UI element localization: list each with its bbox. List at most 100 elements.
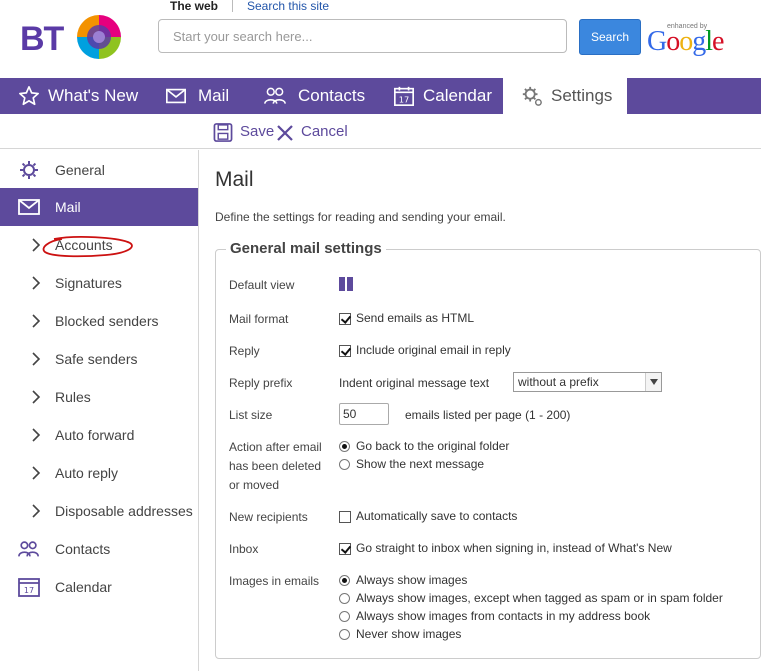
contacts-icon [264, 87, 286, 104]
nav-settings[interactable]: Settings [503, 78, 627, 114]
chevron-right-icon [32, 504, 41, 518]
list-size-suffix: emails listed per page (1 - 200) [405, 408, 571, 422]
cancel-label: Cancel [301, 123, 348, 140]
tab-divider [232, 0, 233, 12]
main-nav: What's New Mail Contacts 17 Calendar Set… [0, 78, 761, 114]
nav-whats-new[interactable]: What's New [0, 78, 147, 114]
radio-label: Always show images from contacts in my a… [356, 609, 651, 623]
main-content: Mail Define the settings for reading and… [200, 150, 761, 671]
chevron-right-icon [32, 390, 41, 404]
bt-logo[interactable]: BT [20, 12, 130, 62]
chevron-down-icon [650, 379, 658, 385]
header: BT The web Search this site Start your s… [0, 0, 761, 78]
radio-button[interactable] [339, 459, 350, 470]
checkbox-box[interactable] [339, 313, 351, 325]
tab-the-web[interactable]: The web [170, 0, 218, 13]
search-input[interactable]: Start your search here... [158, 19, 567, 53]
list-size-label: List size [229, 408, 273, 422]
bt-globe-icon [77, 15, 121, 59]
section-title: General mail settings [226, 240, 386, 257]
nav-label: Mail [198, 86, 230, 105]
checkbox-box[interactable] [339, 543, 351, 555]
cancel-button[interactable]: Cancel [276, 122, 348, 142]
sidebar-sub-label: Rules [55, 389, 91, 405]
save-label: Save [240, 123, 275, 140]
nav-label: What's New [48, 86, 139, 105]
sidebar-item-rules[interactable]: Rules [0, 378, 198, 416]
nav-label: Contacts [298, 86, 366, 105]
reply-prefix-select[interactable]: without a prefix [513, 372, 662, 392]
chevron-right-icon [32, 314, 41, 328]
sidebar-sub-label: Auto forward [55, 427, 135, 443]
chevron-right-icon [32, 428, 41, 442]
radio-label: Always show images, except when tagged a… [356, 591, 723, 605]
radio-label: Show the next message [356, 457, 485, 471]
nav-contacts[interactable]: Contacts [247, 78, 374, 114]
google-logo: enhanced by Google [647, 23, 737, 57]
svg-text:17: 17 [399, 94, 410, 104]
select-arrow[interactable] [645, 373, 661, 391]
close-icon [277, 125, 293, 141]
sidebar-sub-label: Disposable addresses [55, 503, 193, 519]
select-value: without a prefix [518, 375, 599, 389]
checkbox-label: Automatically save to contacts [356, 509, 518, 523]
sidebar-sub-label: Blocked senders [55, 313, 159, 329]
radio-button[interactable] [339, 629, 350, 640]
sidebar-item-auto-reply[interactable]: Auto reply [0, 454, 198, 492]
sidebar-item-label: Mail [55, 199, 81, 215]
new-recipients-label: New recipients [229, 510, 308, 524]
after-delete-label-2: has been deleted [229, 459, 322, 473]
radio-button[interactable] [339, 441, 350, 452]
calendar-icon: 17 [394, 86, 414, 106]
envelope-icon [166, 88, 186, 104]
sidebar-sub-label: Auto reply [55, 465, 119, 481]
radio-button[interactable] [339, 611, 350, 622]
sidebar-item-label: Contacts [55, 541, 111, 557]
gear-icon [522, 86, 542, 106]
svg-text:17: 17 [24, 586, 34, 595]
sidebar-item-disposable-addresses[interactable]: Disposable addresses [0, 492, 198, 530]
save-icon [213, 123, 233, 142]
settings-sidebar: General Mail Accounts Signatures Blocked… [0, 150, 199, 671]
sidebar-item-safe-senders[interactable]: Safe senders [0, 340, 198, 378]
radio-button[interactable] [339, 593, 350, 604]
search-button[interactable]: Search [579, 19, 641, 55]
chevron-right-icon [32, 352, 41, 366]
checkbox-label: Send emails as HTML [356, 311, 475, 325]
save-button[interactable]: Save [213, 122, 275, 142]
sidebar-item-signatures[interactable]: Signatures [0, 264, 198, 302]
after-delete-label-1: Action after email [229, 440, 322, 454]
envelope-icon [18, 199, 40, 215]
gear-icon [20, 161, 38, 179]
sidebar-sub-label: Safe senders [55, 351, 138, 367]
radio-button[interactable] [339, 575, 350, 586]
checkbox-box[interactable] [339, 511, 351, 523]
checkbox-label: Include original email in reply [356, 343, 511, 357]
nav-mail[interactable]: Mail [147, 78, 247, 114]
reply-label: Reply [229, 344, 260, 358]
calendar-icon: 17 [18, 578, 40, 597]
images-label: Images in emails [229, 574, 320, 588]
google-wordmark: Google [647, 26, 724, 57]
sidebar-item-contacts[interactable]: Contacts [0, 530, 198, 568]
sidebar-item-auto-forward[interactable]: Auto forward [0, 416, 198, 454]
general-mail-settings-panel: General mail settings Default view Mail … [215, 240, 761, 659]
radio-label: Always show images [356, 573, 468, 587]
sidebar-item-blocked-senders[interactable]: Blocked senders [0, 302, 198, 340]
list-size-input[interactable]: 50 [339, 403, 389, 425]
sidebar-item-mail[interactable]: Mail [0, 188, 198, 226]
sidebar-item-calendar[interactable]: 17 Calendar [0, 568, 198, 606]
sidebar-item-label: General [55, 162, 105, 178]
page-description: Define the settings for reading and send… [215, 210, 506, 224]
contacts-icon [18, 541, 39, 557]
checkbox-label: Go straight to inbox when signing in, in… [356, 541, 672, 555]
nav-calendar[interactable]: 17 Calendar [374, 78, 502, 114]
checkbox-box[interactable] [339, 345, 351, 357]
sidebar-item-general[interactable]: General [0, 151, 198, 189]
default-view-label: Default view [229, 278, 295, 292]
sidebar-sub-label: Signatures [55, 275, 122, 291]
reply-prefix-text: Indent original message text [339, 376, 490, 390]
reading-pane-icon[interactable] [339, 277, 353, 291]
tab-search-this-site[interactable]: Search this site [247, 0, 329, 13]
bt-logo-text: BT [20, 20, 64, 58]
